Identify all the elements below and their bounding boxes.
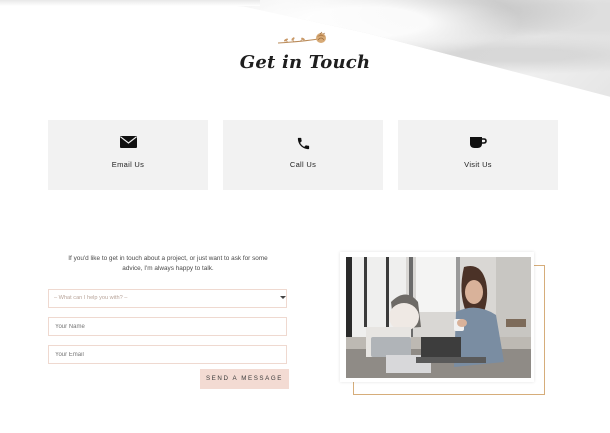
visit-us-label: Visit Us [464, 160, 492, 169]
call-us-card[interactable]: Call Us [223, 120, 383, 190]
woman-at-laptop-photo [346, 257, 531, 378]
form-intro-text: If you'd like to get in touch about a pr… [68, 255, 268, 272]
email-us-label: Email Us [111, 160, 145, 169]
visit-us-card[interactable]: Visit Us [398, 120, 558, 190]
top-shadow [0, 0, 260, 6]
send-message-button[interactable]: SEND A MESSAGE [200, 369, 289, 389]
phone-icon [223, 136, 383, 152]
name-input[interactable] [48, 317, 287, 336]
topic-select-value: – What can I help you with? – [54, 295, 128, 301]
dried-flower-sprig-icon [277, 31, 326, 44]
email-us-card[interactable]: Email Us [48, 120, 208, 190]
call-us-label: Call Us [289, 160, 317, 169]
page-title: Get in Touch [239, 52, 371, 73]
envelope-icon [48, 136, 208, 152]
coffee-cup-icon [398, 136, 558, 152]
chevron-down-icon[interactable] [280, 296, 286, 299]
email-input[interactable] [48, 345, 287, 364]
